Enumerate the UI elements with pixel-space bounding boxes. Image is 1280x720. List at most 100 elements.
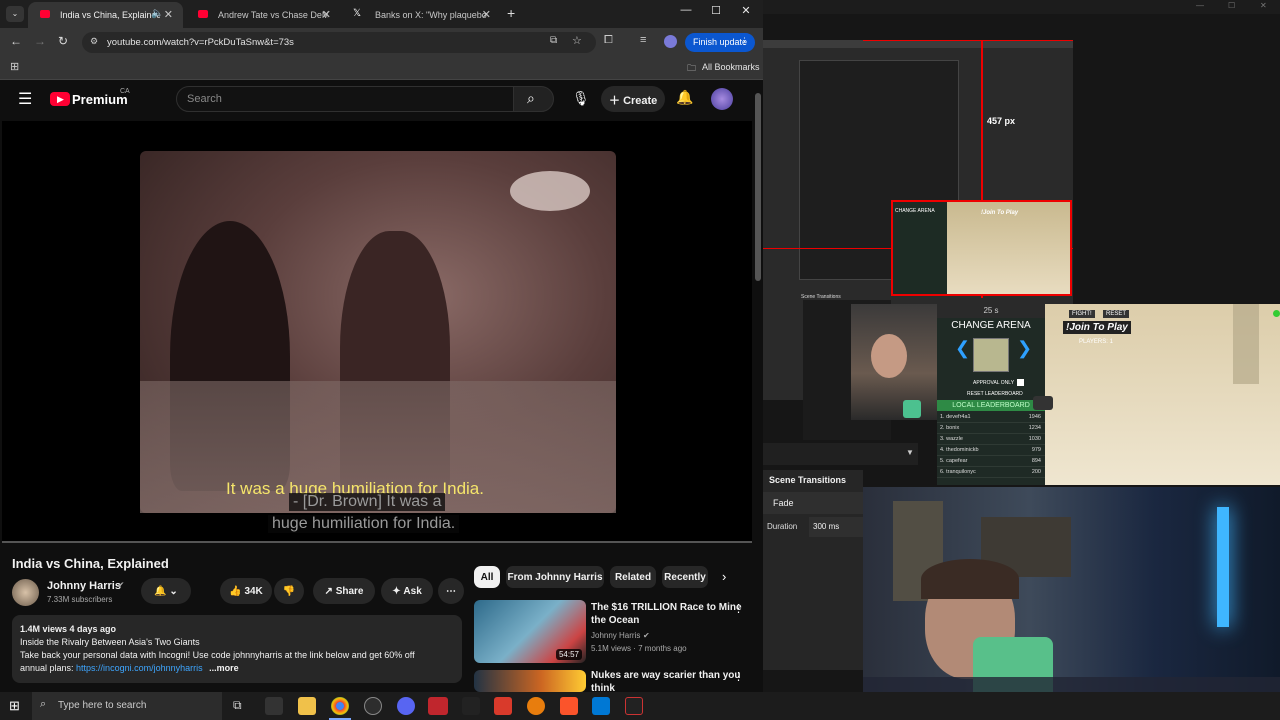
title-line: Nukes are way scarier than you — [591, 670, 741, 681]
tab-search-button[interactable]: ⌄ — [6, 6, 24, 22]
channel-avatar[interactable] — [12, 579, 39, 606]
app-icon[interactable] — [428, 697, 448, 715]
kebab-menu-icon[interactable]: ⋮ — [733, 602, 744, 615]
youtube-favicon-icon — [40, 10, 50, 18]
like-button[interactable]: 👍 34K — [220, 578, 272, 604]
back-arrow-icon[interactable]: ← — [10, 34, 22, 48]
search-button[interactable]: ⌕ — [513, 86, 554, 112]
media-control-icon[interactable]: ≡ — [640, 34, 646, 46]
kebab-menu-icon[interactable]: ⋮ — [740, 36, 749, 47]
site-info-icon[interactable]: ⚙ — [90, 36, 98, 47]
forward-arrow-icon[interactable]: → — [34, 34, 46, 48]
app-icon[interactable] — [494, 697, 512, 715]
discord-icon[interactable] — [397, 697, 415, 715]
chevron-down-icon: ▼ — [906, 448, 914, 457]
app-icon[interactable] — [265, 697, 283, 715]
recommendation-thumbnail[interactable]: 54:57 — [474, 600, 586, 663]
more-actions-button[interactable]: ⋯ — [438, 578, 464, 604]
maximize-icon[interactable]: ☐ — [701, 4, 731, 17]
dislike-button[interactable]: 👎 — [274, 578, 304, 604]
description-box[interactable]: 1.4M views 4 days ago Inside the Rivalry… — [12, 615, 462, 683]
file-explorer-icon[interactable] — [298, 697, 316, 715]
all-bookmarks-link[interactable]: All Bookmarks — [702, 62, 760, 72]
extensions-icon[interactable]: ⧠ — [604, 34, 613, 47]
leaderboard-score: 1946 — [1028, 414, 1041, 420]
mini-join-text: !Join To Play — [981, 210, 1019, 216]
finish-update-button[interactable]: Finish update ⋮ — [685, 33, 755, 52]
leaderboard-score: 200 — [1031, 469, 1041, 475]
share-icon: ↗ — [324, 585, 333, 597]
search-input[interactable]: Search — [176, 86, 514, 112]
fight-button[interactable]: FIGHT! — [1069, 310, 1095, 318]
recommendation-title[interactable]: The $16 TRILLION Race to Mine the Ocean — [591, 601, 742, 627]
selected-source-preview[interactable]: CHANGE ARENA !Join To Play — [891, 200, 1072, 296]
ask-button[interactable]: ✦ Ask — [381, 578, 433, 604]
reset-button[interactable]: RESET — [1103, 310, 1130, 318]
taskbar-search-input[interactable]: ⌕ Type here to search — [32, 692, 222, 720]
windows-start-icon[interactable]: ⊞ — [9, 698, 20, 714]
dropdown[interactable]: ▼ — [763, 443, 918, 465]
create-button[interactable]: ＋ Create — [601, 86, 665, 112]
tab-banks-on-x[interactable]: 𝕏 Banks on X: "Why plaqueboyma ✕ — [343, 2, 501, 28]
video-player[interactable]: It was a huge humiliation for India. - [… — [2, 121, 752, 543]
reload-icon[interactable]: ↻ — [58, 34, 68, 48]
kebab-menu-icon[interactable]: ⋮ — [733, 670, 744, 683]
youtube-logo-icon[interactable]: ▶ — [50, 92, 70, 106]
task-view-icon[interactable]: ⧉ — [233, 698, 242, 713]
arrow-right-icon[interactable]: ❯ — [1017, 338, 1032, 359]
address-bar[interactable]: ⚙ youtube.com/watch?v=rPckDuTaSnw&t=73s … — [82, 32, 596, 53]
maximize-icon[interactable]: ☐ — [1228, 1, 1235, 10]
minimize-icon[interactable]: — — [1196, 1, 1204, 10]
tab-india-vs-china[interactable]: India vs China, Explained - Yo 🔈 ✕ — [28, 2, 183, 28]
bookmark-star-icon[interactable]: ☆ — [572, 34, 582, 47]
share-button[interactable]: ↗ Share — [313, 578, 375, 604]
app-icon[interactable] — [625, 697, 643, 715]
chip-from-johnny-harris[interactable]: From Johnny Harris — [506, 566, 604, 588]
window-close-icon[interactable]: ✕ — [1260, 1, 1267, 10]
close-icon[interactable]: ✕ — [164, 8, 173, 21]
install-app-icon[interactable]: ⧉ — [550, 35, 557, 46]
chrome-icon[interactable] — [331, 697, 349, 715]
video-frame: It was a huge humiliation for India. — [140, 151, 616, 513]
chip-recently[interactable]: Recently — [662, 566, 708, 588]
scrollbar-thumb[interactable] — [755, 93, 761, 281]
progress-bar[interactable] — [2, 541, 752, 543]
approval-checkbox[interactable] — [1017, 379, 1024, 386]
recommendation-thumbnail[interactable] — [474, 670, 586, 692]
notifications-bell-icon[interactable]: 🔔 — [676, 89, 693, 106]
apps-grid-icon[interactable]: ⊞ — [10, 60, 19, 73]
finish-update-label: Finish update — [693, 37, 748, 47]
page-scrollbar[interactable] — [754, 81, 762, 692]
incogni-link[interactable]: https://incogni.com/johnnyharris — [76, 663, 203, 673]
microphone-icon[interactable]: 🎙 — [572, 90, 590, 107]
channel-name[interactable]: Johnny Harris — [47, 580, 121, 592]
blender-icon[interactable] — [527, 697, 545, 715]
speaker-icon[interactable]: 🔈 — [151, 8, 163, 19]
new-tab-icon[interactable]: + — [507, 5, 515, 21]
duration-input[interactable]: 300 ms — [809, 517, 863, 537]
subscribed-bell-button[interactable]: 🔔 ⌄ — [141, 578, 191, 604]
transition-select[interactable]: Fade — [763, 492, 863, 514]
minimize-icon[interactable]: — — [671, 4, 701, 16]
arena-thumbnail — [973, 338, 1009, 372]
chip-related[interactable]: Related — [610, 566, 656, 588]
app-icon[interactable] — [462, 697, 480, 715]
arrow-left-icon[interactable]: ❮ — [955, 338, 970, 359]
close-icon[interactable]: ✕ — [322, 8, 331, 21]
hamburger-menu-icon[interactable]: ☰ — [18, 89, 32, 109]
reset-leaderboard-button[interactable]: RESET LEADERBOARD — [967, 391, 1023, 397]
recommendation-channel[interactable]: Johnny Harris — [591, 631, 640, 640]
account-avatar[interactable] — [711, 88, 733, 110]
leaderboard-name: 4. thedominickb — [940, 447, 979, 453]
window-close-icon[interactable]: ✕ — [731, 4, 761, 17]
show-more-link[interactable]: ...more — [209, 663, 239, 673]
close-icon[interactable]: ✕ — [482, 8, 491, 21]
obs-icon[interactable] — [364, 697, 382, 715]
chevron-right-icon[interactable]: › — [722, 569, 726, 584]
change-arena-label[interactable]: CHANGE ARENA — [937, 320, 1045, 331]
tab-andrew-tate[interactable]: Andrew Tate vs Chase DeMoor ✕ — [186, 2, 341, 28]
chip-all[interactable]: All — [474, 566, 500, 588]
brave-icon[interactable] — [560, 697, 578, 715]
profile-avatar[interactable] — [664, 35, 677, 48]
vscode-icon[interactable] — [592, 697, 610, 715]
